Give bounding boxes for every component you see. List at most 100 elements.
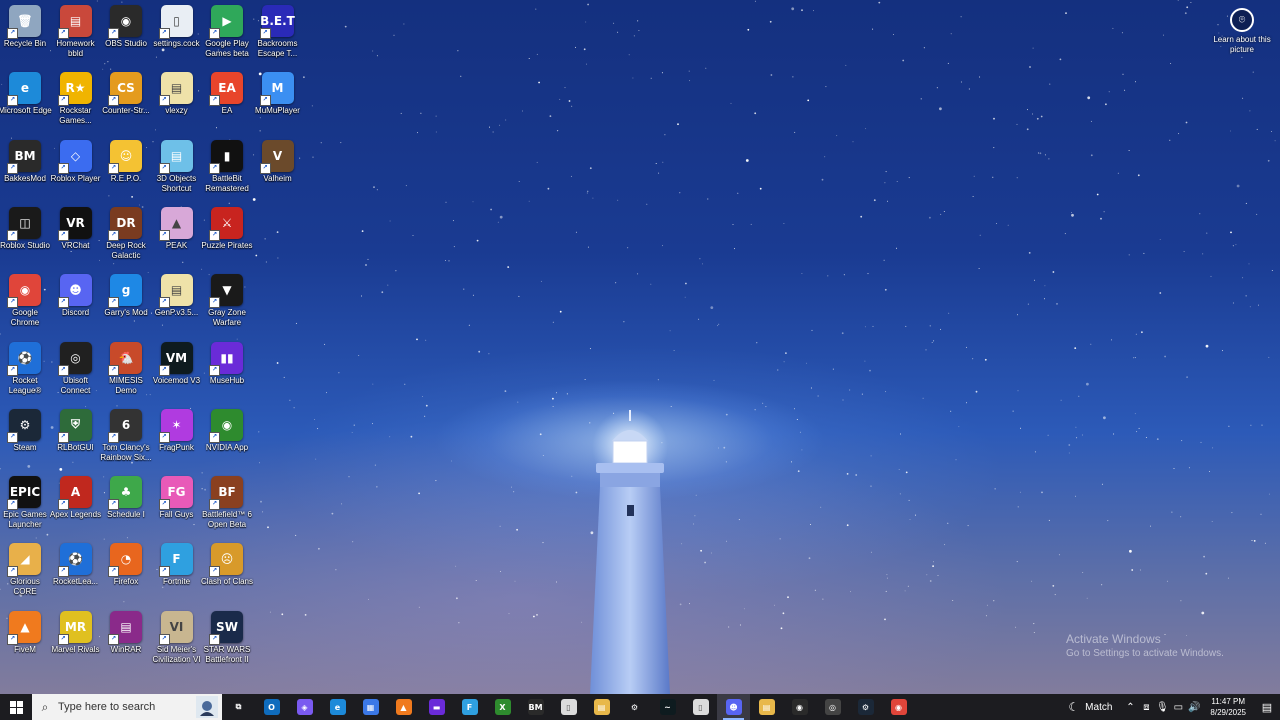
taskbar-app-voicemod[interactable]: ~	[651, 694, 684, 720]
file-explorer-icon: ▤	[758, 699, 775, 715]
desktop-icon-firefox[interactable]: ◔ ↗ Firefox	[101, 543, 151, 587]
taskbar-app-edge[interactable]: e	[321, 694, 354, 720]
network-icon[interactable]: ▭	[1170, 702, 1186, 713]
desktop-icon-voicemod-v3[interactable]: VM ↗ Voicemod V3	[152, 341, 202, 386]
star	[770, 74, 773, 76]
taskbar-search-box[interactable]: ⌕ Type here to search	[32, 694, 222, 720]
star	[806, 362, 807, 364]
notification-icon[interactable]: ▤	[1254, 701, 1280, 714]
desktop-icon-roblox-studio[interactable]: ◫ ↗ Roblox Studio	[0, 206, 50, 251]
taskbar-app-outlook[interactable]: O	[255, 694, 288, 720]
star	[387, 284, 389, 286]
start-button[interactable]	[0, 694, 32, 720]
star	[1260, 513, 1262, 515]
microphone-icon[interactable]: 🎙	[1154, 702, 1170, 713]
desktop-icon-discord[interactable]: ☻ ↗ Discord	[51, 274, 101, 318]
desktop-icon-peak[interactable]: ▲ ↗ PEAK	[152, 206, 202, 251]
desktop-icon-rlbotgui[interactable]: ⛨ ↗ RLBotGUI	[51, 408, 101, 453]
desktop-icon-gray-zone-warfare[interactable]: ▼ ↗ Gray Zone Warfare	[202, 274, 252, 328]
desktop-icon-star-wars-battlefront-ii[interactable]: SW ↗ STAR WARS Battlefront II	[202, 610, 252, 665]
volume-icon[interactable]: 🔊	[1186, 702, 1202, 713]
desktop-icon-musehub[interactable]: ▮▮ ↗ MuseHub	[202, 341, 252, 386]
chevron-up-icon[interactable]: ⌃	[1122, 702, 1138, 713]
desktop-icon-puzzle-pirates[interactable]: ⚔ ↗ Puzzle Pirates	[201, 206, 253, 251]
taskbar-app-chrome[interactable]: ◉	[882, 694, 915, 720]
desktop-icon-fortnite[interactable]: F ↗ Fortnite	[152, 543, 202, 587]
desktop-icon-backrooms-escape-t[interactable]: B.E.T ↗ Backrooms Escape T...	[253, 5, 303, 59]
desktop-icon-tom-clancy-s-rainbow-six[interactable]: 6 ↗ Tom Clancy's Rainbow Six...	[100, 408, 152, 463]
desktop-icon-battlefield-6-open-beta[interactable]: BF ↗ Battlefield™ 6 Open Beta	[202, 476, 252, 530]
desktop-icon-recycle-bin[interactable]: 🗑 ↗ Recycle Bin	[0, 5, 50, 49]
star	[994, 488, 996, 490]
desktop-icon-microsoft-edge[interactable]: e ↗ Microsoft Edge	[0, 72, 52, 116]
taskbar-app-document[interactable]: ▯	[684, 694, 717, 720]
desktop-icon-apex-legends[interactable]: A ↗ Apex Legends	[50, 476, 101, 520]
weather-widget[interactable]: ☾ Match	[1068, 700, 1112, 714]
taskbar-app-bakkesmod[interactable]: BM	[519, 694, 552, 720]
desktop-icon-fall-guys[interactable]: FG ↗ Fall Guys	[152, 476, 202, 520]
star	[536, 53, 538, 55]
taskbar-app-discord[interactable]: ☻	[717, 694, 750, 720]
taskbar-clock[interactable]: 11:47 PM 8/29/2025	[1210, 696, 1246, 718]
star	[400, 112, 402, 114]
desktop-icon-vlexzy[interactable]: ▤ ↗ vlexzy	[152, 72, 202, 116]
taskbar-app-fivem[interactable]: ▲	[387, 694, 420, 720]
taskbar-app-file-explorer[interactable]: ▤	[750, 694, 783, 720]
desktop-icon-glorious-core[interactable]: ◢ ↗ Glorious CORE	[0, 543, 50, 597]
desktop-icon-r-e-p-o[interactable]: ☺ ↗ R.E.P.O.	[101, 139, 151, 184]
desktop-icon-fragpunk[interactable]: ✶ ↗ FragPunk	[152, 408, 202, 453]
ubisoft-connect-icon: ◎ ↗	[57, 341, 92, 376]
desktop-icon-sid-meier-s-civilization-vi[interactable]: VI ↗ Sid Meier's Civilization VI	[152, 610, 202, 665]
search-highlight-icon[interactable]	[196, 696, 218, 718]
taskbar-app-folder-yellow[interactable]: ▤	[585, 694, 618, 720]
desktop-icon-nvidia-app[interactable]: ◉ ↗ NVIDIA App	[202, 408, 252, 453]
taskbar-app-app-circle[interactable]: ◎	[816, 694, 849, 720]
desktop-icon-schedule-i[interactable]: ♣ ↗ Schedule I	[101, 476, 151, 520]
desktop-icon-rockstar-games[interactable]: R★ ↗ Rockstar Games...	[51, 72, 101, 126]
desktop-icon-roblox-player[interactable]: ◇ ↗ Roblox Player	[51, 139, 101, 184]
taskbar-app-app-purple[interactable]: ▬	[420, 694, 453, 720]
desktop-icon-steam[interactable]: ⚙ ↗ Steam	[0, 408, 50, 453]
desktop-icon-garry-s-mod[interactable]: g ↗ Garry's Mod	[101, 274, 151, 318]
taskbar-app-steam-settings[interactable]: ⚙	[618, 694, 651, 720]
desktop-icon-epic-games-launcher[interactable]: EPIC ↗ Epic Games Launcher	[0, 476, 50, 530]
desktop-icon-google-play-games-beta[interactable]: ▶ ↗ Google Play Games beta	[202, 5, 252, 59]
desktop-icon-marvel-rivals[interactable]: MR ↗ Marvel Rivals	[51, 610, 101, 655]
desktop-icon-winrar[interactable]: ▤ ↗ WinRAR	[101, 610, 151, 655]
desktop-icon-counter-str[interactable]: CS ↗ Counter-Str...	[101, 72, 151, 116]
display-icon[interactable]: ⧈	[1138, 702, 1154, 713]
desktop-icon-ea[interactable]: EA ↗ EA	[202, 72, 252, 116]
desktop-icon-genp-v3-5[interactable]: ▤ ↗ GenP.v3.5...	[152, 274, 202, 318]
desktop-icon-rocket-league[interactable]: ⚽ ↗ Rocket League®	[0, 341, 50, 396]
desktop-icon-valheim[interactable]: V ↗ Valheim	[253, 139, 303, 184]
taskbar-app-copilot[interactable]: ◈	[288, 694, 321, 720]
desktop-icon-bakkesmod[interactable]: BM ↗ BakkesMod	[0, 139, 50, 184]
desktop-icon-homework-bbld[interactable]: ▤ ↗ Homework bbld	[51, 5, 101, 59]
taskbar-app-task-view[interactable]: ⧉	[222, 694, 255, 720]
learn-about-picture-button[interactable]: ⌾ Learn about this picture	[1212, 8, 1272, 55]
taskbar-app-xbox[interactable]: X	[486, 694, 519, 720]
taskbar-app-steam[interactable]: ⚙	[849, 694, 882, 720]
desktop-icon-battlebit-remastered[interactable]: ▮ ↗ BattleBit Remastered	[202, 139, 252, 194]
taskbar-app-obs[interactable]: ◉	[783, 694, 816, 720]
desktop-icon-settings-cock[interactable]: ▯ ↗ settings.cock	[152, 5, 202, 49]
desktop-icon-rocketlea[interactable]: ⚽ ↗ RocketLea...	[51, 543, 101, 587]
star	[540, 280, 542, 282]
desktop-icon-fivem[interactable]: ▲ ↗ FiveM	[0, 610, 50, 655]
star	[456, 597, 458, 600]
star	[295, 322, 297, 324]
desktop-icon-3d-objects-shortcut[interactable]: ▤ ↗ 3D Objects Shortcut	[152, 139, 202, 194]
star	[276, 362, 279, 364]
taskbar-app-file[interactable]: ▯	[552, 694, 585, 720]
desktop-icon-clash-of-clans[interactable]: ☹ ↗ Clash of Clans	[201, 543, 253, 587]
desktop-icon-mimesis-demo[interactable]: 🐔 ↗ MIMESIS Demo	[101, 341, 151, 396]
desktop-icon-ubisoft-connect[interactable]: ◎ ↗ Ubisoft Connect	[51, 341, 101, 396]
desktop-icon-deep-rock-galactic[interactable]: DR ↗ Deep Rock Galactic	[101, 206, 151, 261]
star	[810, 387, 812, 389]
desktop-icon-google-chrome[interactable]: ◉ ↗ Google Chrome	[0, 274, 50, 328]
taskbar-app-fortnite[interactable]: F	[453, 694, 486, 720]
desktop-icon-mumuplayer[interactable]: M ↗ MuMuPlayer	[253, 72, 303, 116]
desktop-icon-obs-studio[interactable]: ◉ ↗ OBS Studio	[101, 5, 151, 49]
desktop-icon-vrchat[interactable]: VR ↗ VRChat	[51, 206, 101, 251]
taskbar-app-store[interactable]: ▦	[354, 694, 387, 720]
